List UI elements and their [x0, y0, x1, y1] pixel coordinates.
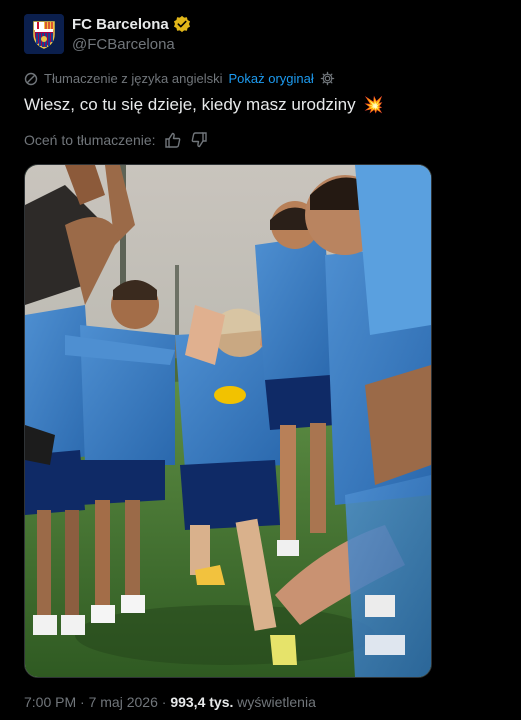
display-name-row[interactable]: FC Barcelona [72, 15, 191, 33]
fcb-crest-icon [24, 14, 64, 54]
collision-emoji: 💥 [363, 97, 384, 114]
gear-icon[interactable] [320, 71, 335, 86]
players-celebration-photo [25, 165, 431, 677]
tweet-text: Wiesz, co tu się dzieje, kiedy masz urod… [24, 95, 356, 114]
thumbs-down-icon[interactable] [190, 131, 208, 149]
rate-translation-row: Oceń to tłumaczenie: [24, 131, 208, 149]
handle[interactable]: @FCBarcelona [72, 36, 191, 53]
views-label: wyświetlenia [237, 694, 316, 710]
avatar[interactable] [24, 14, 64, 54]
separator: · [161, 694, 167, 710]
translate-icon [24, 72, 38, 85]
views-count: 993,4 tys. [170, 694, 234, 710]
verified-badge-icon[interactable] [173, 15, 191, 33]
thumbs-up-icon[interactable] [164, 131, 182, 149]
tweet-header: FC Barcelona @FCBarcelona [24, 14, 504, 58]
tweet-meta: 7:00 PM · 7 maj 2026 · 993,4 tys. wyświe… [24, 694, 316, 710]
separator: · [80, 694, 85, 710]
rate-translation-label: Oceń to tłumaczenie: [24, 132, 156, 148]
tweet-text-row: Wiesz, co tu się dzieje, kiedy masz urod… [24, 95, 384, 115]
tweet-time[interactable]: 7:00 PM [24, 694, 76, 710]
show-original-link[interactable]: Pokaż oryginał [228, 71, 313, 86]
translation-label: Tłumaczenie z języka angielski [44, 71, 223, 86]
tweet-photo[interactable] [24, 164, 432, 678]
translation-row: Tłumaczenie z języka angielski Pokaż ory… [24, 71, 335, 86]
tweet-date[interactable]: 7 maj 2026 [89, 694, 158, 710]
display-name[interactable]: FC Barcelona [72, 16, 169, 33]
